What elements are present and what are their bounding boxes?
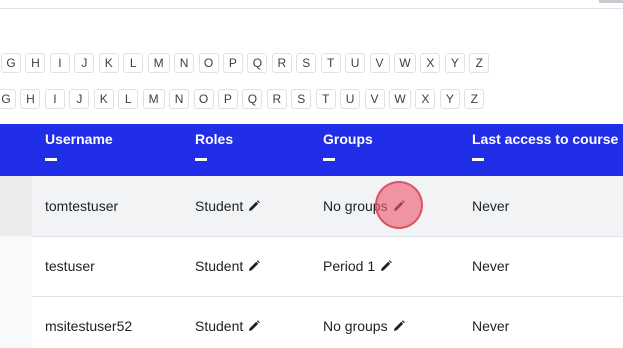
letter-filter-r[interactable]: R <box>271 53 292 73</box>
letter-filter-l[interactable]: L <box>118 89 139 109</box>
letter-filter-v[interactable]: V <box>364 89 385 109</box>
letter-filter-s[interactable]: S <box>296 53 317 73</box>
letter-filter-z[interactable]: Z <box>464 89 485 109</box>
table-row: testuser Student Period 1 Never <box>0 236 623 297</box>
letter-filter-m[interactable]: M <box>147 53 170 73</box>
letter-filter-i[interactable]: I <box>49 53 70 73</box>
header-username[interactable]: Username <box>45 131 113 161</box>
letter-filter-w[interactable]: W <box>394 53 416 73</box>
letter-filter-k[interactable]: K <box>93 89 114 109</box>
pencil-icon[interactable] <box>248 200 261 212</box>
row-select-column[interactable] <box>0 176 32 236</box>
letter-filter-x[interactable]: X <box>420 53 441 73</box>
table-row: msitestuser52 Student No groups Never <box>0 296 623 348</box>
letter-filter-o[interactable]: O <box>198 53 219 73</box>
letter-filter-j[interactable]: J <box>69 89 90 109</box>
letter-filter-q[interactable]: Q <box>247 53 268 73</box>
letter-filter-y[interactable]: Y <box>439 89 460 109</box>
groups-cell: Period 1 <box>323 258 392 274</box>
letter-filter-l[interactable]: L <box>123 53 144 73</box>
username-cell[interactable]: testuser <box>45 258 95 274</box>
letter-filter-s[interactable]: S <box>291 89 312 109</box>
letter-filter-z[interactable]: Z <box>469 53 490 73</box>
letter-filter-p[interactable]: P <box>222 53 243 73</box>
letter-filter-k[interactable]: K <box>98 53 119 73</box>
letter-filter-r[interactable]: R <box>266 89 287 109</box>
header-username-label: Username <box>45 131 113 147</box>
letter-filter-w[interactable]: W <box>389 89 411 109</box>
sort-dash-icon[interactable] <box>195 158 207 161</box>
username-cell[interactable]: msitestuser52 <box>45 318 132 334</box>
groups-text: No groups <box>323 318 388 334</box>
row-select-column[interactable] <box>0 236 32 296</box>
letter-filter-u[interactable]: U <box>340 89 361 109</box>
last-name-filter: GHIJKLMNOPQRSTUVWXYZ <box>0 89 489 109</box>
scrollbar-corner <box>599 0 623 3</box>
header-last-access-label: Last access to course <box>472 131 619 147</box>
click-marker <box>375 181 423 229</box>
roles-cell: Student <box>195 258 261 274</box>
sort-dash-icon[interactable] <box>323 158 335 161</box>
letter-filter-v[interactable]: V <box>369 53 390 73</box>
letter-filter-g[interactable]: G <box>1 53 21 73</box>
letter-filter-t[interactable]: T <box>320 53 341 73</box>
top-strip <box>0 0 623 9</box>
letter-filter-n[interactable]: N <box>169 89 190 109</box>
header-groups[interactable]: Groups <box>323 131 373 161</box>
header-roles[interactable]: Roles <box>195 131 233 161</box>
groups-text: Period 1 <box>323 258 376 274</box>
letter-filter-h[interactable]: H <box>20 89 41 109</box>
last-access-cell: Never <box>472 318 510 334</box>
groups-cell: No groups <box>323 318 405 334</box>
letter-filter-j[interactable]: J <box>74 53 95 73</box>
letter-filter-x[interactable]: X <box>415 89 436 109</box>
letter-filter-o[interactable]: O <box>193 89 214 109</box>
letter-filter-u[interactable]: U <box>345 53 366 73</box>
header-groups-label: Groups <box>323 131 373 147</box>
header-last-access[interactable]: Last access to course <box>472 131 618 161</box>
letter-filter-h[interactable]: H <box>25 53 46 73</box>
letter-filter-g[interactable]: G <box>0 89 16 109</box>
pencil-icon[interactable] <box>248 320 261 332</box>
pencil-icon[interactable] <box>380 260 392 272</box>
roles-text: Student <box>195 318 244 334</box>
row-select-column[interactable] <box>0 296 32 348</box>
roles-text: Student <box>195 258 244 274</box>
pencil-icon[interactable] <box>248 260 261 272</box>
letter-filter-p[interactable]: P <box>217 89 238 109</box>
letter-filter-y[interactable]: Y <box>444 53 465 73</box>
last-access-cell: Never <box>472 258 510 274</box>
sort-dash-icon[interactable] <box>45 158 57 161</box>
sort-dash-icon[interactable] <box>472 158 484 161</box>
pencil-icon[interactable] <box>393 320 405 332</box>
roles-cell: Student <box>195 198 261 214</box>
letter-filter-m[interactable]: M <box>142 89 165 109</box>
letter-filter-i[interactable]: I <box>44 89 65 109</box>
letter-filter-n[interactable]: N <box>174 53 195 73</box>
table-row: tomtestuser Student No groups Never <box>0 176 623 237</box>
last-access-cell: Never <box>472 198 510 214</box>
participants-table-header: Username Roles Groups Last access to cou… <box>0 124 623 176</box>
username-cell[interactable]: tomtestuser <box>45 198 118 214</box>
header-roles-label: Roles <box>195 131 234 147</box>
letter-filter-t[interactable]: T <box>315 89 336 109</box>
roles-cell: Student <box>195 318 261 334</box>
letter-filter-q[interactable]: Q <box>242 89 263 109</box>
roles-text: Student <box>195 198 244 214</box>
first-name-filter: GHIJKLMNOPQRSTUVWXYZ <box>1 53 494 73</box>
